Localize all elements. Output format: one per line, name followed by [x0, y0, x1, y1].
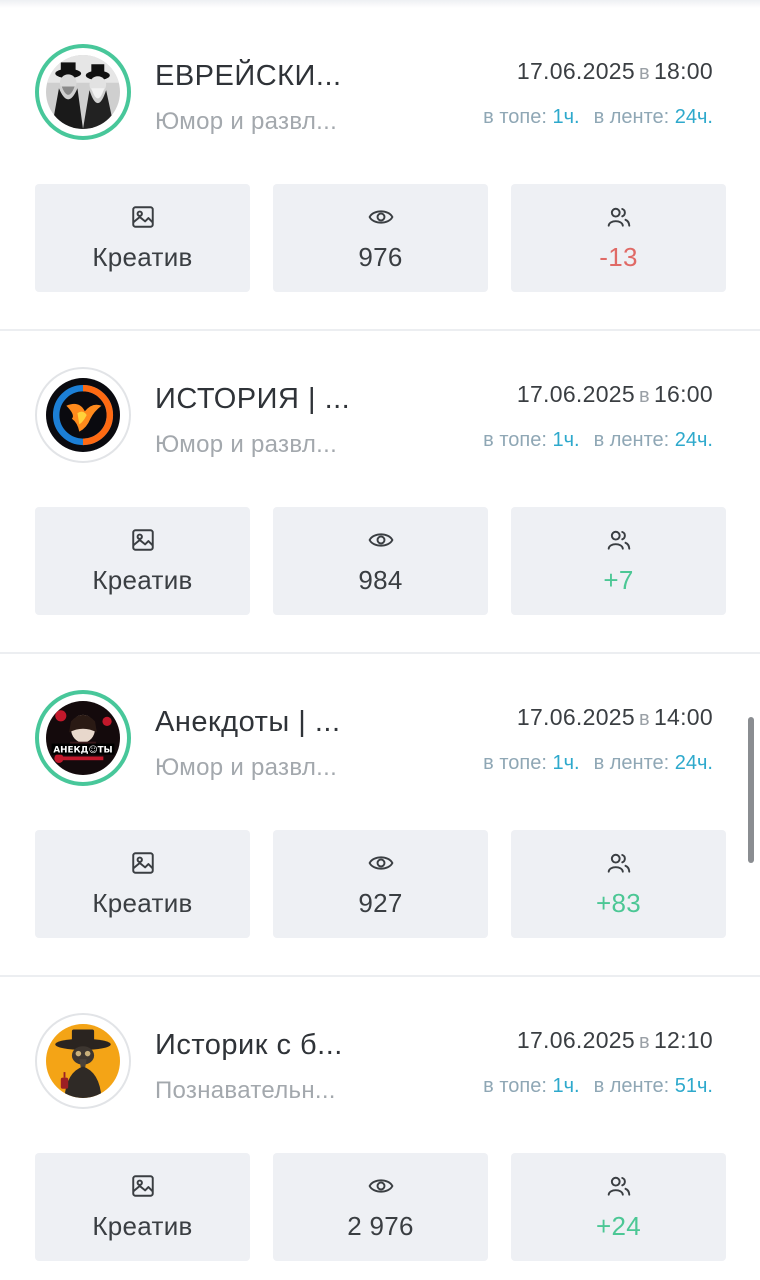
post-datetime: 17.06.2025 в 16:00	[517, 381, 713, 408]
users-icon	[511, 850, 726, 876]
post-time: 16:00	[653, 381, 713, 407]
feed-duration: 24ч.	[674, 752, 713, 774]
eye-icon	[273, 850, 488, 876]
channel-card[interactable]: ИСТОРИЯ | ... Юмор и развл... 17.06.2025…	[0, 331, 760, 654]
channel-title[interactable]: ЕВРЕЙСКИ...	[155, 60, 455, 93]
channel-category: Юмор и развл...	[155, 754, 338, 781]
image-icon	[35, 527, 250, 553]
creative-button[interactable]: Креатив	[35, 1153, 250, 1261]
feed-duration: 24ч.	[674, 429, 713, 451]
top-duration: 1ч.	[552, 752, 580, 774]
views-stat: 927	[273, 830, 488, 938]
scrollbar-thumb[interactable]	[748, 717, 754, 863]
date-separator: в	[639, 1031, 650, 1053]
placement-durations: в топе: 1ч. в ленте: 24ч.	[483, 106, 713, 129]
date-separator: в	[639, 708, 650, 730]
top-duration: 1ч.	[552, 429, 580, 451]
top-label: в топе:	[483, 1075, 547, 1097]
top-label: в топе:	[483, 752, 547, 774]
channel-card[interactable]: ЕВРЕЙСКИ... Юмор и развл... 17.06.2025 в 1…	[0, 8, 760, 331]
creative-button[interactable]: Креатив	[35, 507, 250, 615]
eye-icon	[273, 527, 488, 553]
users-icon	[511, 527, 726, 553]
users-icon	[511, 1173, 726, 1199]
placement-durations: в топе: 1ч. в ленте: 24ч.	[483, 429, 713, 452]
subscribers-delta: +83	[595, 888, 641, 918]
creative-button[interactable]: Креатив	[35, 830, 250, 938]
image-icon	[35, 204, 250, 230]
svg-text:АНЕКД☺ТЫ: АНЕКД☺ТЫ	[53, 745, 112, 755]
creative-label: Креатив	[92, 565, 193, 595]
subscribers-delta: -13	[599, 242, 638, 272]
top-duration: 1ч.	[552, 106, 580, 128]
post-date: 17.06.2025	[516, 58, 635, 84]
eye-icon	[273, 1173, 488, 1199]
placement-durations: в топе: 1ч. в ленте: 51ч.	[483, 1075, 713, 1098]
image-icon	[35, 850, 250, 876]
subscribers-delta: +7	[603, 565, 634, 595]
post-datetime: 17.06.2025 в 12:10	[517, 1027, 713, 1054]
feed-label: в ленте:	[593, 752, 670, 774]
channel-category: Познавательн...	[155, 1077, 336, 1104]
eye-icon	[273, 204, 488, 230]
creative-label: Креатив	[92, 888, 193, 918]
fire-phoenix-logo-icon	[46, 378, 120, 452]
subscribers-stat: +24	[511, 1153, 726, 1261]
top-edge-shadow	[0, 0, 760, 8]
views-stat: 2 976	[273, 1153, 488, 1261]
views-count: 984	[358, 565, 403, 595]
channel-avatar[interactable]	[35, 1013, 131, 1109]
feed-label: в ленте:	[593, 106, 670, 128]
channel-title[interactable]: Анекдоты | ...	[155, 706, 455, 739]
post-date: 17.06.2025	[516, 1027, 635, 1053]
channel-card[interactable]: АНЕКД☺ТЫ Анекдоты | ... Юмор и развл... …	[0, 654, 760, 977]
channel-avatar[interactable]	[35, 367, 131, 463]
subscribers-stat: -13	[511, 184, 726, 292]
views-stat: 976	[273, 184, 488, 292]
subscribers-delta: +24	[595, 1211, 641, 1241]
plague-doctor-illustration-icon	[46, 1024, 120, 1098]
top-duration: 1ч.	[552, 1075, 580, 1097]
post-time: 18:00	[653, 58, 713, 84]
date-separator: в	[639, 385, 650, 407]
feed-label: в ленте:	[593, 429, 670, 451]
top-label: в топе:	[483, 429, 547, 451]
post-datetime: 17.06.2025 в 14:00	[517, 704, 713, 731]
two-rabbis-photo-icon	[46, 55, 120, 129]
views-count: 927	[358, 888, 403, 918]
channel-avatar[interactable]	[35, 44, 131, 140]
feed-duration: 24ч.	[674, 106, 713, 128]
channel-avatar[interactable]: АНЕКД☺ТЫ	[35, 690, 131, 786]
creative-button[interactable]: Креатив	[35, 184, 250, 292]
channel-category: Юмор и развл...	[155, 108, 338, 135]
users-icon	[511, 204, 726, 230]
post-time: 12:10	[653, 1027, 713, 1053]
post-date: 17.06.2025	[516, 704, 635, 730]
post-time: 14:00	[653, 704, 713, 730]
top-label: в топе:	[483, 106, 547, 128]
post-datetime: 17.06.2025 в 18:00	[517, 58, 713, 85]
channel-title[interactable]: ИСТОРИЯ | ...	[155, 383, 455, 416]
channel-title[interactable]: Историк с б...	[155, 1029, 455, 1062]
date-separator: в	[639, 62, 650, 84]
subscribers-stat: +7	[511, 507, 726, 615]
creative-label: Креатив	[92, 1211, 193, 1241]
image-icon	[35, 1173, 250, 1199]
feed-label: в ленте:	[593, 1075, 670, 1097]
feed-duration: 51ч.	[674, 1075, 713, 1097]
views-count: 2 976	[347, 1211, 414, 1241]
channel-card[interactable]: Историк с б... Познавательн... 17.06.202…	[0, 977, 760, 1280]
placement-durations: в топе: 1ч. в ленте: 24ч.	[483, 752, 713, 775]
post-date: 17.06.2025	[516, 381, 635, 407]
views-stat: 984	[273, 507, 488, 615]
subscribers-stat: +83	[511, 830, 726, 938]
anekdoty-logo-icon: АНЕКД☺ТЫ	[46, 701, 120, 775]
channel-category: Юмор и развл...	[155, 431, 338, 458]
creative-label: Креатив	[92, 242, 193, 272]
views-count: 976	[358, 242, 403, 272]
